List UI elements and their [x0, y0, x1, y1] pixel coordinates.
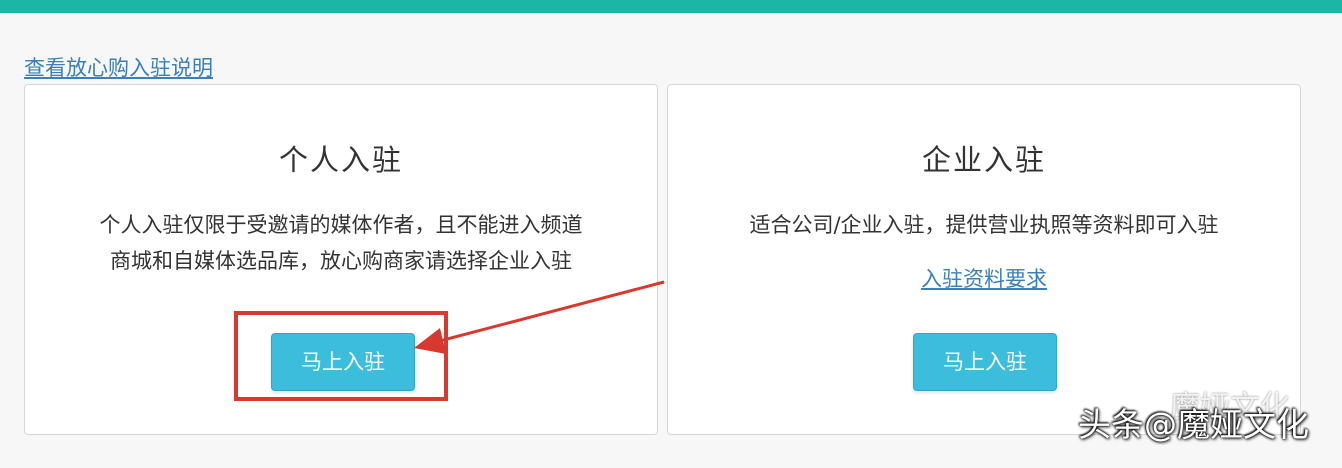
- business-card-title: 企业入驻: [921, 143, 1046, 177]
- business-apply-button[interactable]: 马上入驻: [913, 333, 1057, 391]
- business-card-description: 适合公司/企业入驻，提供营业执照等资料即可入驻: [749, 213, 1219, 237]
- personal-card-description: 个人入驻仅限于受邀请的媒体作者，且不能进入频道 商城和自媒体选品库，放心购商家请…: [45, 207, 637, 279]
- personal-desc-line-2: 商城和自媒体选品库，放心购商家请选择企业入驻: [110, 249, 572, 273]
- watermark-text: 头条@魔娅文化: [1078, 405, 1309, 444]
- personal-desc-line-1: 个人入驻仅限于受邀请的媒体作者，且不能进入频道: [99, 213, 583, 237]
- requirements-link[interactable]: 入驻资料要求: [668, 263, 1300, 293]
- personal-card-title: 个人入驻: [278, 143, 403, 177]
- annotation-highlight-box: [234, 311, 448, 401]
- top-accent-bar: [0, 0, 1342, 13]
- entry-info-link[interactable]: 查看放心购入驻说明: [24, 52, 213, 82]
